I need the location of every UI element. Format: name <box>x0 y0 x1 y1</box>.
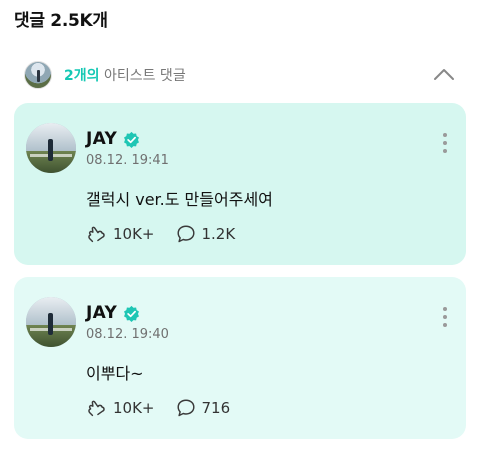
more-vertical-icon[interactable] <box>442 131 448 155</box>
avatar[interactable] <box>26 123 76 173</box>
avatar-figure <box>48 139 53 161</box>
speech-bubble-icon <box>176 225 195 243</box>
like-button[interactable]: 10K+ <box>86 397 155 419</box>
heart-hand-icon <box>88 400 105 417</box>
author-name[interactable]: JAY <box>86 303 117 323</box>
artist-comments-label: 2개의 아티스트 댓글 <box>64 65 186 85</box>
like-button[interactable]: 10K+ <box>86 223 155 245</box>
speech-bubble-icon <box>176 399 195 417</box>
reply-count: 1.2K <box>201 225 236 243</box>
artist-comment-count: 2개의 <box>64 68 100 84</box>
avatar-figure <box>48 313 53 335</box>
verified-check-icon <box>124 305 140 322</box>
artist-mini-avatar <box>24 61 52 89</box>
comment-text: 이뿌다~ <box>86 364 144 383</box>
like-count: 10K+ <box>113 225 155 243</box>
more-vertical-icon[interactable] <box>442 305 448 329</box>
artist-comment-text: 아티스트 댓글 <box>99 68 186 84</box>
author-row: JAY <box>86 129 140 149</box>
comments-header: 댓글 2.5K개 <box>14 11 108 31</box>
author-name[interactable]: JAY <box>86 129 117 149</box>
reply-button[interactable]: 716 <box>175 397 231 419</box>
chevron-up-icon[interactable] <box>432 64 456 84</box>
artist-comment-card: JAY 08.12. 19:41 갤럭시 ver.도 만들어주세여 10K+ 1… <box>14 103 466 265</box>
like-count: 10K+ <box>113 399 155 417</box>
verified-check-icon <box>124 131 140 148</box>
comment-timestamp: 08.12. 19:41 <box>86 153 169 168</box>
artist-comment-card: JAY 08.12. 19:40 이뿌다~ 10K+ 716 <box>14 277 466 439</box>
comment-actions: 10K+ 716 <box>86 397 250 419</box>
reply-button[interactable]: 1.2K <box>175 223 236 245</box>
artist-comments-toggle[interactable]: 2개의 아티스트 댓글 <box>24 60 464 90</box>
comment-text: 갤럭시 ver.도 만들어주세여 <box>86 190 273 209</box>
comment-actions: 10K+ 1.2K <box>86 223 255 245</box>
author-row: JAY <box>86 303 140 323</box>
avatar[interactable] <box>26 297 76 347</box>
heart-hand-icon <box>88 226 105 243</box>
reply-count: 716 <box>201 399 231 417</box>
comment-timestamp: 08.12. 19:40 <box>86 327 169 342</box>
